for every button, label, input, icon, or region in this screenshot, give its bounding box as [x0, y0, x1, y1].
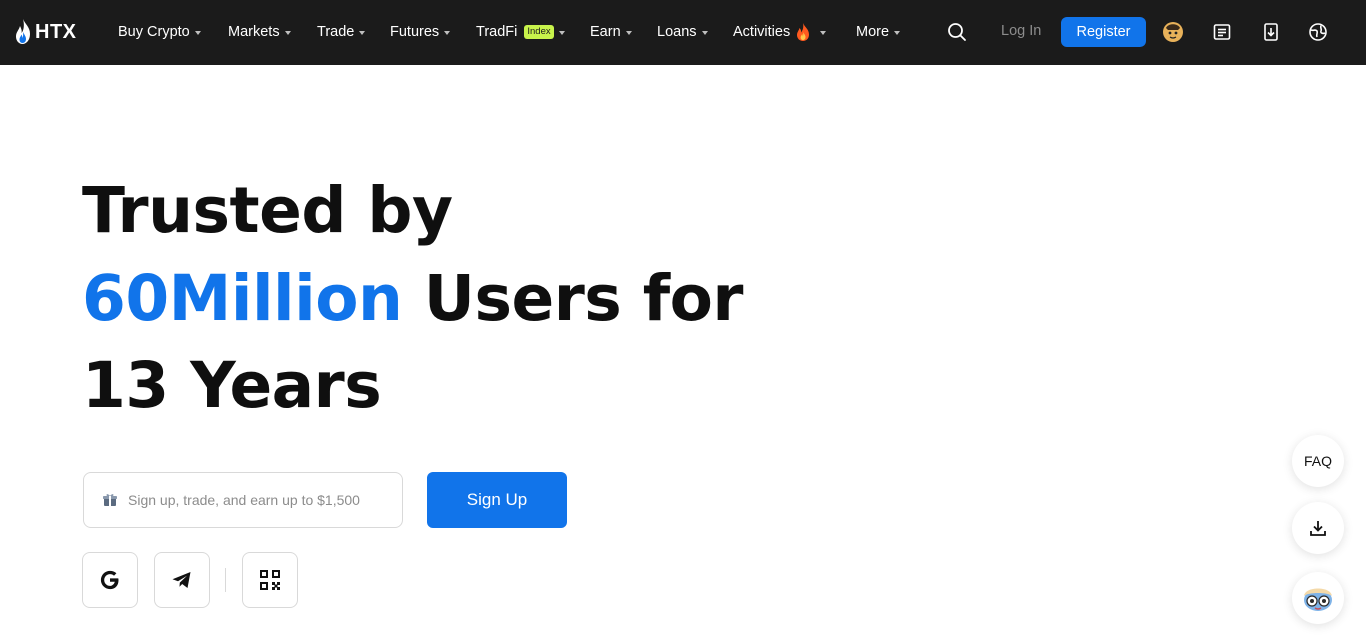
- register-button[interactable]: Register: [1061, 17, 1146, 47]
- fire-icon: [797, 23, 810, 41]
- nav-tradfi[interactable]: TradFi Index: [476, 21, 565, 43]
- hero-title-line-2: 60Million Users for: [82, 267, 743, 330]
- nav-label: Activities: [733, 24, 791, 40]
- nav-markets[interactable]: Markets: [228, 21, 291, 43]
- social-divider: [225, 568, 226, 592]
- gift-icon: [103, 494, 117, 506]
- nav-label: More: [856, 24, 890, 40]
- nav-activities[interactable]: Activities: [733, 21, 827, 43]
- nav-label: Buy Crypto: [118, 24, 190, 40]
- telegram-login-button[interactable]: [154, 552, 210, 608]
- app-download-button[interactable]: [1257, 18, 1285, 46]
- search-icon: [948, 23, 966, 41]
- caret-down-icon: [284, 30, 291, 35]
- caret-down-icon: [625, 30, 632, 35]
- search-button[interactable]: [943, 18, 971, 46]
- nav-label: Loans: [657, 24, 697, 40]
- flame-logo-icon: [16, 19, 30, 44]
- signup-field[interactable]: [83, 472, 403, 528]
- avatar-button[interactable]: [1159, 18, 1187, 46]
- htx-logo[interactable]: HTX: [13, 17, 77, 47]
- nav-loans[interactable]: Loans: [657, 21, 708, 43]
- nav-label: Futures: [390, 24, 440, 40]
- nav-label: Trade: [317, 24, 355, 40]
- caret-down-icon: [558, 30, 565, 35]
- caret-down-icon: [444, 30, 451, 35]
- caret-down-icon: [359, 30, 366, 35]
- globe-icon: [1309, 23, 1327, 41]
- telegram-icon: [172, 572, 191, 588]
- caret-down-icon: [194, 30, 201, 35]
- hero-title-line-2-rest: Users for: [402, 262, 744, 335]
- qr-code-icon: [260, 570, 280, 590]
- download-icon: [1264, 23, 1278, 41]
- caret-down-icon: [894, 30, 901, 35]
- nav-earn[interactable]: Earn: [590, 21, 632, 43]
- hero-user-count: 60Million: [82, 262, 403, 335]
- orders-button[interactable]: [1208, 18, 1236, 46]
- qr-login-button[interactable]: [242, 552, 298, 608]
- nav-trade[interactable]: Trade: [317, 21, 366, 43]
- floating-download-button[interactable]: [1292, 502, 1344, 554]
- orders-icon: [1213, 24, 1231, 40]
- caret-down-icon: [701, 30, 708, 35]
- nav-label: Markets: [228, 24, 280, 40]
- nav-label: TradFi: [476, 24, 518, 40]
- signup-input[interactable]: [128, 492, 378, 508]
- login-link[interactable]: Log In: [1001, 23, 1041, 39]
- support-chat-button[interactable]: [1292, 572, 1344, 624]
- nav-label: Earn: [590, 24, 621, 40]
- nav-futures[interactable]: Futures: [390, 21, 451, 43]
- avatar-icon: [1163, 22, 1183, 42]
- download-icon: [1310, 521, 1326, 536]
- top-navbar: HTX Buy Crypto Markets Trade Futures Tra…: [0, 0, 1366, 65]
- nav-more[interactable]: More: [856, 21, 901, 43]
- support-avatar-icon: [1304, 588, 1332, 611]
- sign-up-button[interactable]: Sign Up: [427, 472, 567, 528]
- google-login-button[interactable]: [82, 552, 138, 608]
- caret-down-icon: [820, 30, 827, 35]
- index-badge: Index: [524, 25, 554, 39]
- hero-title-line-3: 13 Years: [82, 349, 382, 422]
- hero-title-line-1: Trusted by: [82, 174, 453, 247]
- nav-buy-crypto[interactable]: Buy Crypto: [118, 21, 201, 43]
- faq-button[interactable]: FAQ: [1292, 435, 1344, 487]
- brand-name: HTX: [35, 20, 77, 43]
- google-icon: [100, 570, 119, 590]
- language-button[interactable]: [1304, 18, 1332, 46]
